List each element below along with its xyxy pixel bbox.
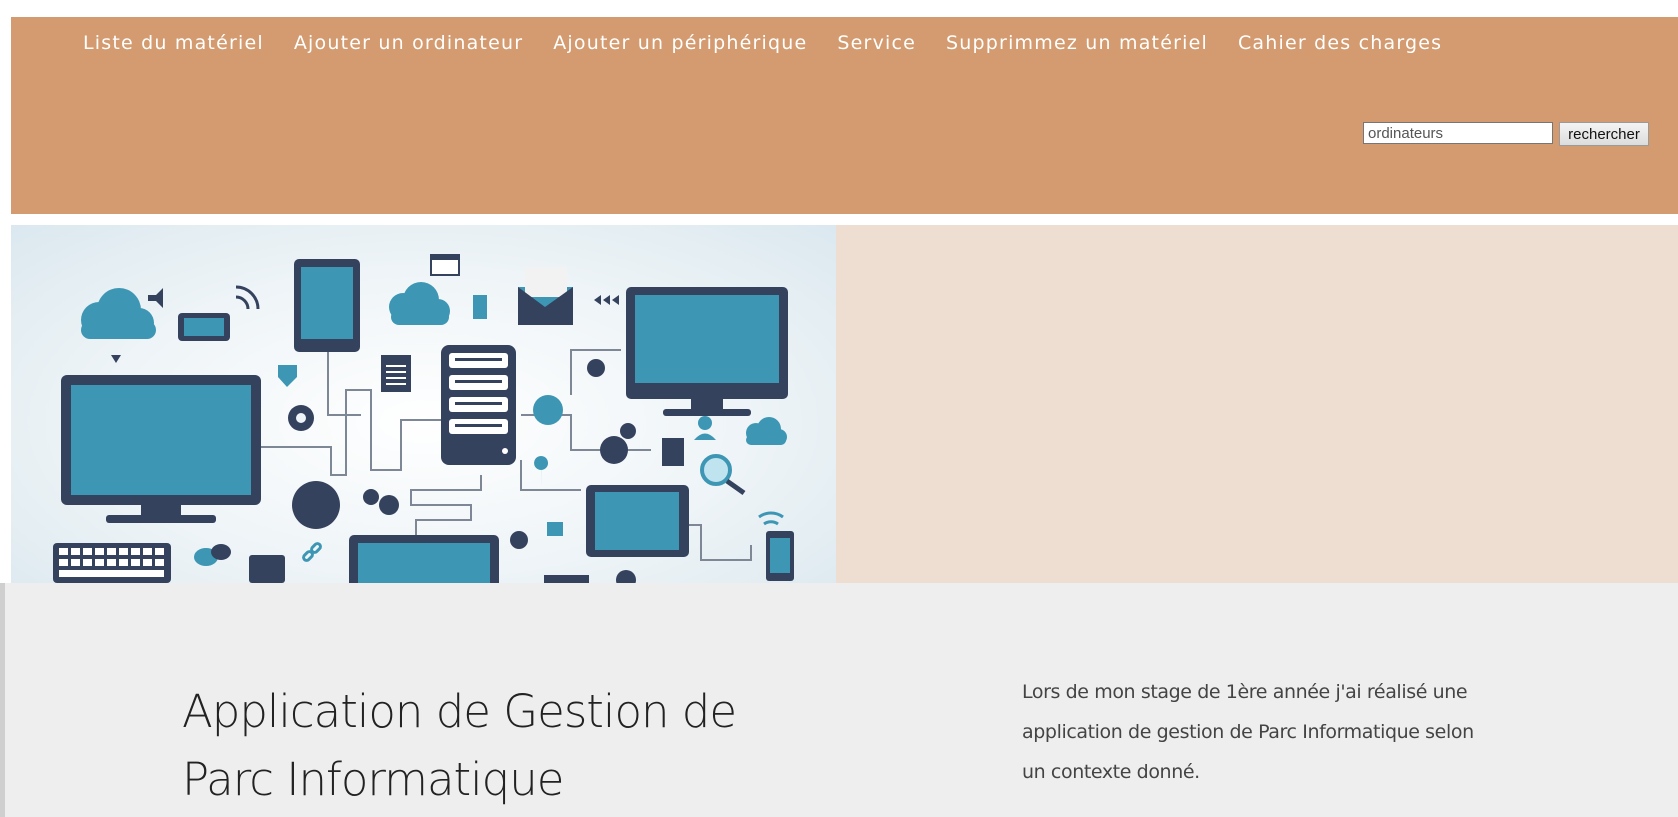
hero-banner bbox=[11, 225, 1678, 583]
nav-item-supprimer-materiel[interactable]: Supprimmez un matériel bbox=[931, 28, 1223, 58]
nav-item-liste-materiel[interactable]: Liste du matériel bbox=[68, 28, 279, 58]
globe-icon bbox=[533, 395, 563, 425]
document-icon bbox=[662, 438, 684, 466]
keyboard-icon bbox=[53, 543, 171, 583]
nav-item-ajouter-peripherique[interactable]: Ajouter un périphérique bbox=[538, 28, 822, 58]
wifi-icon bbox=[235, 285, 260, 310]
laptop-icon bbox=[349, 535, 499, 583]
network-devices-illustration bbox=[11, 225, 836, 583]
phone-icon bbox=[178, 313, 230, 341]
magnifier-icon bbox=[700, 454, 746, 496]
project-title: Application de Gestion de Parc Informati… bbox=[182, 685, 737, 806]
globe-icon bbox=[292, 481, 340, 529]
monitor-icon bbox=[61, 375, 261, 523]
tablet-icon bbox=[586, 485, 689, 557]
location-pin-icon bbox=[534, 456, 549, 487]
main-nav: Liste du matériel Ajouter un ordinateur … bbox=[68, 28, 1457, 58]
gear-icon bbox=[510, 531, 528, 549]
browser-window-icon bbox=[430, 254, 460, 276]
tablet-icon bbox=[294, 259, 360, 352]
pie-chart-icon bbox=[587, 359, 605, 377]
gear-icon bbox=[600, 436, 628, 464]
cloud-icon bbox=[746, 417, 787, 445]
user-icon bbox=[698, 416, 712, 430]
tower-icon bbox=[473, 295, 487, 319]
cloud-wifi-icon bbox=[389, 282, 450, 325]
lock-icon bbox=[547, 522, 563, 536]
monitor-icon bbox=[626, 287, 788, 416]
phone-icon bbox=[249, 555, 285, 583]
smartphone-icon bbox=[766, 531, 794, 581]
chat-icon bbox=[194, 544, 231, 566]
wifi-icon bbox=[758, 511, 784, 526]
project-summary-section: Application de Gestion de Parc Informati… bbox=[5, 583, 1678, 817]
envelope-icon bbox=[518, 267, 573, 325]
document-icon bbox=[381, 355, 411, 392]
nav-item-service[interactable]: Service bbox=[822, 28, 931, 58]
nav-item-ajouter-ordinateur[interactable]: Ajouter un ordinateur bbox=[279, 28, 538, 58]
search-button[interactable]: rechercher bbox=[1559, 122, 1649, 146]
cloud-icon bbox=[81, 288, 156, 339]
shield-icon bbox=[278, 365, 297, 387]
nav-item-cahier-charges[interactable]: Cahier des charges bbox=[1223, 28, 1457, 58]
search-form: rechercher bbox=[1363, 122, 1649, 146]
project-description: Lors de mon stage de 1ère année j'ai réa… bbox=[1022, 681, 1474, 783]
server-icon bbox=[441, 345, 516, 465]
rewind-icon bbox=[594, 295, 619, 305]
top-navigation-bar: Liste du matériel Ajouter un ordinateur … bbox=[11, 17, 1678, 214]
link-icon bbox=[302, 542, 322, 562]
search-input[interactable] bbox=[1363, 122, 1553, 144]
